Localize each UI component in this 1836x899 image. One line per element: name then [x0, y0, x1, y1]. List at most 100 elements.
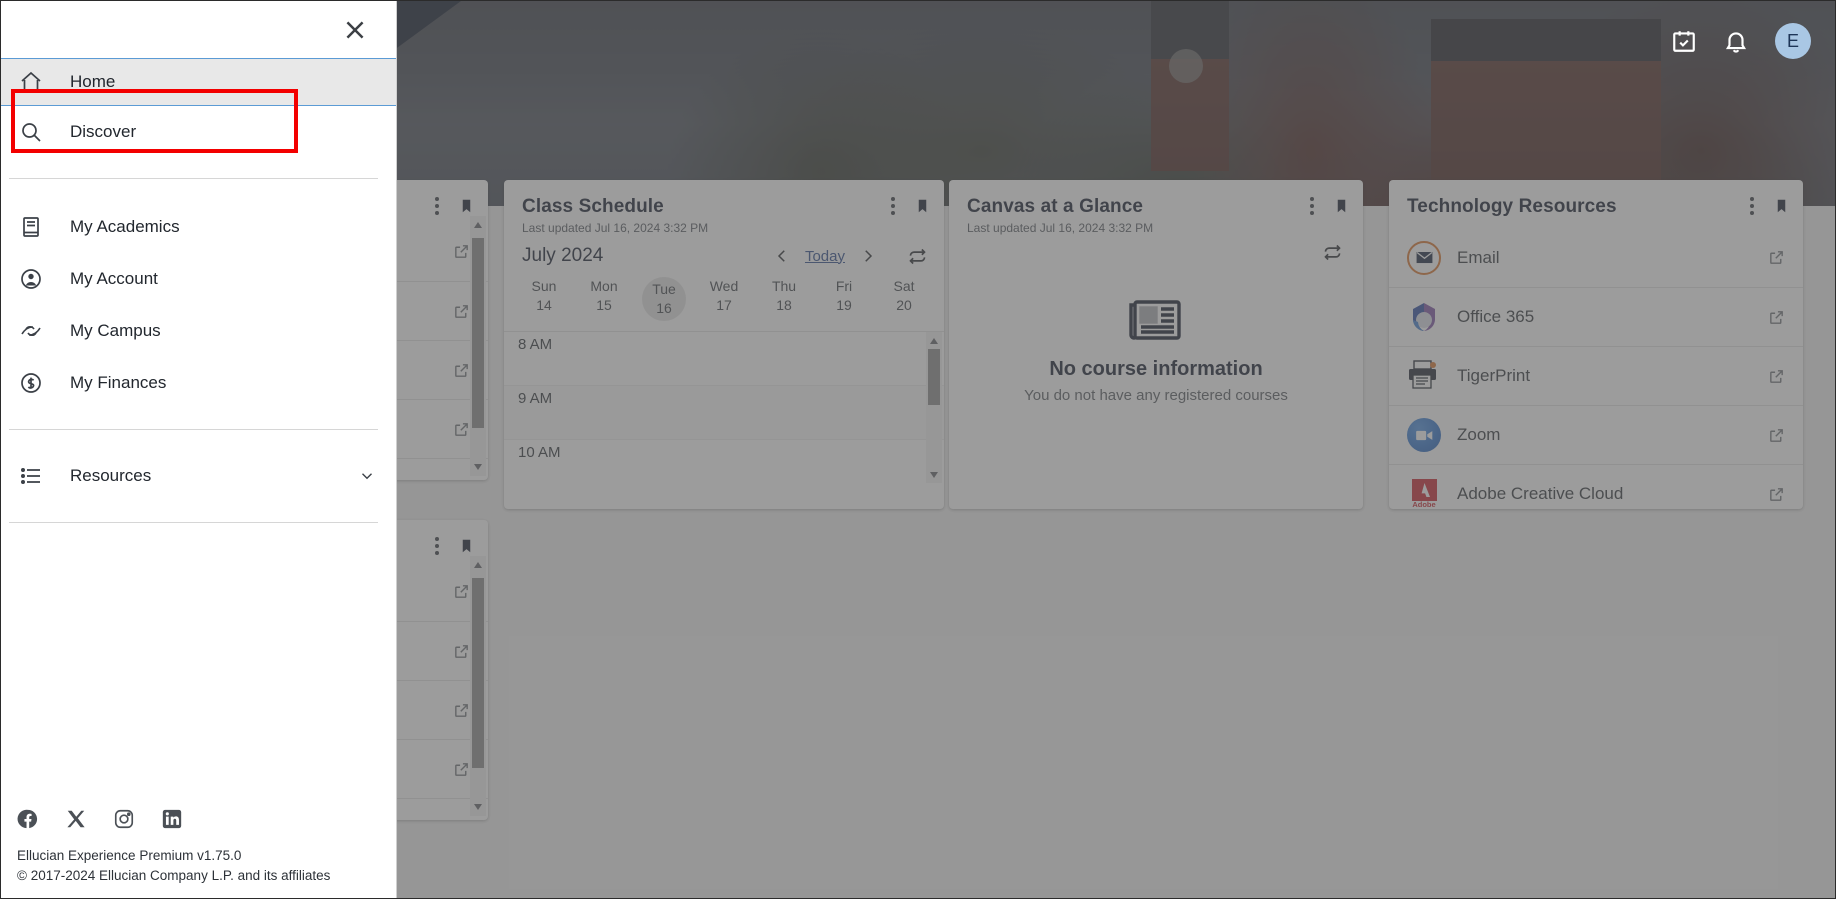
- external-link-icon: [453, 643, 470, 660]
- book-icon: [19, 215, 43, 239]
- card-header: Class Schedule Last updated Jul 16, 2024…: [504, 180, 944, 235]
- scroll-up-arrow[interactable]: [474, 562, 482, 568]
- last-updated-text: Last updated Jul 16, 2024 3:32 PM: [967, 221, 1345, 235]
- external-link-icon: [453, 243, 470, 260]
- card-actions: [1310, 196, 1349, 216]
- bookmark-icon[interactable]: [1774, 196, 1789, 216]
- avatar[interactable]: E: [1775, 23, 1811, 59]
- calendar-day[interactable]: Sun 14: [514, 277, 574, 321]
- external-link-icon[interactable]: [1768, 486, 1785, 503]
- refresh-icon[interactable]: [1322, 242, 1343, 263]
- x-twitter-icon[interactable]: [65, 808, 87, 830]
- sidebar-item-label: My Account: [70, 269, 158, 289]
- calendar-day-today[interactable]: Tue 16: [634, 277, 694, 321]
- instagram-icon[interactable]: [113, 808, 135, 830]
- bookmark-icon[interactable]: [1334, 196, 1349, 216]
- calendar-month-label: July 2024: [522, 245, 603, 267]
- sidebar-item-home[interactable]: Home: [1, 58, 396, 106]
- calendar-day[interactable]: Wed 17: [694, 277, 754, 321]
- scroll-thumb[interactable]: [472, 578, 484, 768]
- scroll-thumb[interactable]: [472, 238, 484, 428]
- scroll-thumb[interactable]: [928, 349, 940, 405]
- resource-item-email[interactable]: Email: [1389, 228, 1803, 287]
- calendar-day[interactable]: Fri 19: [814, 277, 874, 321]
- scrollbar[interactable]: [470, 556, 486, 816]
- sidebar-item-my-academics[interactable]: My Academics: [1, 201, 396, 253]
- scroll-up-arrow[interactable]: [930, 338, 938, 344]
- sidebar-item-label: My Campus: [70, 321, 161, 341]
- email-icon: [1407, 241, 1441, 275]
- today-button[interactable]: Today: [805, 248, 845, 265]
- close-icon[interactable]: [338, 13, 372, 47]
- sidebar-item-my-finances[interactable]: My Finances: [1, 357, 396, 409]
- scroll-down-arrow[interactable]: [930, 472, 938, 478]
- resource-item-tigerprint[interactable]: TigerPrint: [1389, 346, 1803, 405]
- external-link-icon: [453, 583, 470, 600]
- canvas-at-a-glance-card: Canvas at a Glance Last updated Jul 16, …: [949, 180, 1363, 509]
- kebab-menu-icon[interactable]: [1750, 197, 1754, 215]
- external-link-icon: [453, 303, 470, 320]
- schedule-hour-row[interactable]: 8 AM: [504, 332, 944, 386]
- external-link-icon[interactable]: [1768, 427, 1785, 444]
- kebab-menu-icon[interactable]: [435, 197, 439, 215]
- calendar-check-icon[interactable]: [1671, 28, 1697, 54]
- schedule-grid: 8 AM 9 AM 10 AM: [504, 331, 944, 483]
- calendar-nav: July 2024 Today: [504, 235, 944, 273]
- external-link-icon: [453, 480, 470, 481]
- person-circle-icon: [19, 267, 43, 291]
- adobe-icon: Adobe: [1407, 477, 1441, 509]
- printer-icon: [1407, 359, 1441, 393]
- avatar-initial: E: [1787, 31, 1799, 52]
- navigation-drawer: Home Discover My Academics My Account: [1, 1, 397, 899]
- bookmark-icon[interactable]: [459, 196, 474, 216]
- chevron-left-icon[interactable]: [773, 247, 791, 265]
- card-header: Technology Resources: [1389, 180, 1803, 218]
- external-link-icon[interactable]: [1768, 368, 1785, 385]
- card-actions: [435, 536, 474, 556]
- external-link-icon[interactable]: [1768, 249, 1785, 266]
- bookmark-icon[interactable]: [459, 536, 474, 556]
- chevron-right-icon[interactable]: [859, 247, 877, 265]
- app-root: E: [0, 0, 1836, 899]
- scroll-down-arrow[interactable]: [474, 464, 482, 470]
- sidebar-item-resources[interactable]: Resources: [1, 450, 396, 502]
- facebook-icon[interactable]: [17, 808, 39, 830]
- kebab-menu-icon[interactable]: [1310, 197, 1314, 215]
- calendar-day-dow: Sun: [514, 277, 574, 296]
- scroll-up-arrow[interactable]: [474, 222, 482, 228]
- schedule-hour-row[interactable]: 10 AM: [504, 440, 944, 483]
- resource-item-office365[interactable]: Office 365: [1389, 287, 1803, 346]
- calendar-day-dow: Thu: [754, 277, 814, 296]
- linkedin-icon[interactable]: [161, 808, 183, 830]
- calendar-day[interactable]: Mon 15: [574, 277, 634, 321]
- sidebar-item-my-campus[interactable]: My Campus: [1, 305, 396, 357]
- refresh-icon[interactable]: [907, 246, 928, 267]
- empty-state-title: No course information: [1049, 358, 1262, 381]
- calendar-day[interactable]: Thu 18: [754, 277, 814, 321]
- resource-item-adobe[interactable]: Adobe Adobe Creative Cloud: [1389, 464, 1803, 509]
- last-updated-text: Last updated Jul 16, 2024 3:32 PM: [522, 221, 926, 235]
- calendar-day-dow: Wed: [694, 277, 754, 296]
- scroll-down-arrow[interactable]: [474, 804, 482, 810]
- sidebar-item-label: Home: [70, 72, 115, 92]
- sidebar-item-label: My Academics: [70, 217, 180, 237]
- sidebar-item-my-account[interactable]: My Account: [1, 253, 396, 305]
- kebab-menu-icon[interactable]: [435, 537, 439, 555]
- technology-resources-list: Email Office 365: [1389, 228, 1803, 509]
- calendar-day[interactable]: Sat 20: [874, 277, 934, 321]
- sidebar-item-discover[interactable]: Discover: [1, 106, 396, 158]
- calendar-day-num: 16: [656, 299, 672, 318]
- chevron-down-icon[interactable]: [358, 467, 376, 485]
- calendar-day-dow: Mon: [574, 277, 634, 296]
- schedule-hour-row[interactable]: 9 AM: [504, 386, 944, 440]
- search-icon: [19, 120, 43, 144]
- bell-icon[interactable]: [1723, 28, 1749, 54]
- kebab-menu-icon[interactable]: [891, 197, 895, 215]
- schedule-scrollbar[interactable]: [926, 332, 942, 483]
- scrollbar[interactable]: [470, 216, 486, 476]
- calendar-day-num: 17: [694, 296, 754, 315]
- divider: [9, 429, 378, 430]
- external-link-icon[interactable]: [1768, 309, 1785, 326]
- bookmark-icon[interactable]: [915, 196, 930, 216]
- resource-item-zoom[interactable]: Zoom: [1389, 405, 1803, 464]
